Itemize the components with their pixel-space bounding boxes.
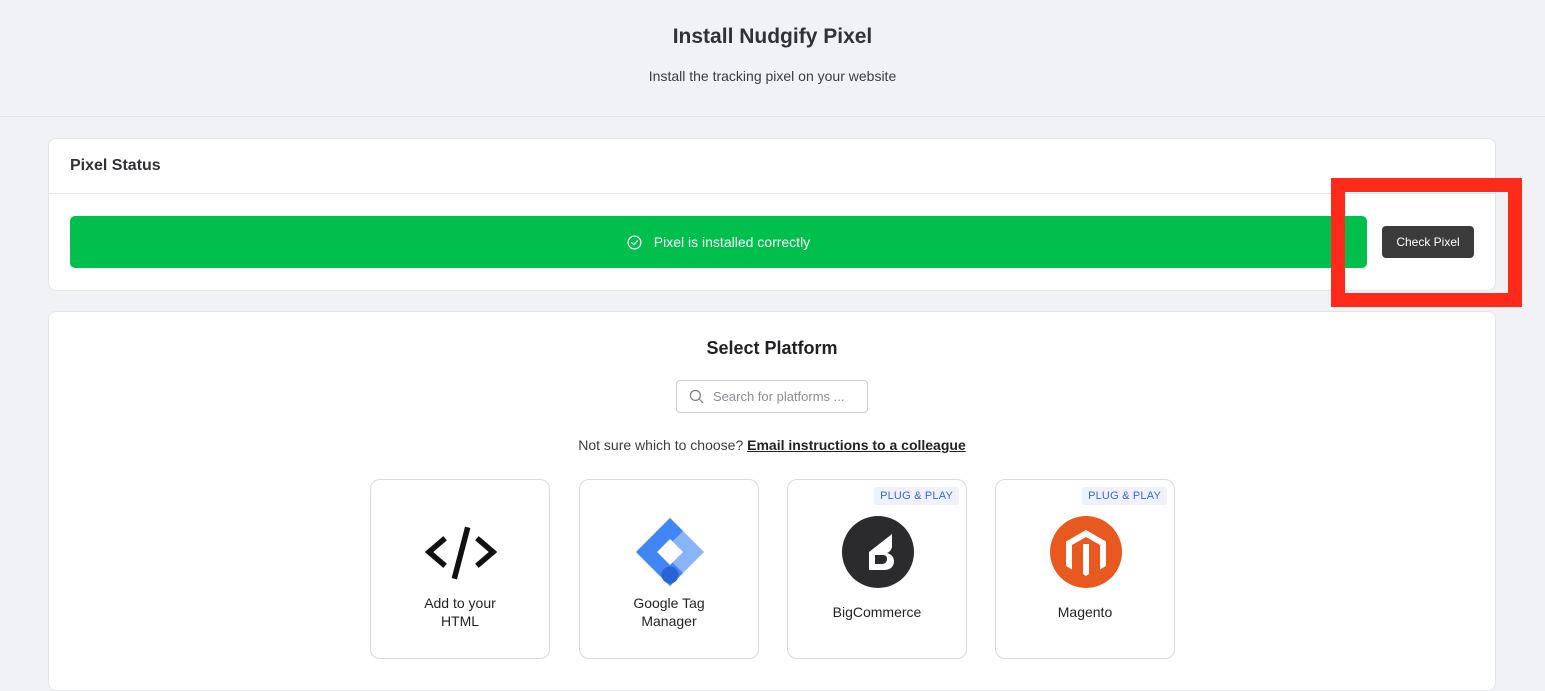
platform-label: Add to your HTML	[424, 595, 496, 629]
google-tag-manager-icon	[636, 518, 704, 586]
select-platform-card: Select Platform Not sure which to choose…	[48, 311, 1496, 691]
plug-and-play-badge: PLUG & PLAY	[874, 487, 959, 505]
platform-label: BigCommerce	[832, 604, 922, 620]
pixel-status-card: Pixel Status Pixel is installed correctl…	[48, 138, 1496, 291]
search-input[interactable]	[713, 389, 863, 404]
help-line: Not sure which to choose? Email instruct…	[49, 437, 1495, 453]
divider	[49, 193, 1495, 194]
page-subtitle: Install the tracking pixel on your websi…	[648, 68, 897, 84]
check-pixel-button[interactable]: Check Pixel	[1382, 226, 1474, 258]
search-icon	[689, 389, 704, 404]
platform-tile-google-tag-manager[interactable]: Google Tag Manager	[579, 479, 759, 659]
platform-label: Google Tag Manager	[633, 595, 705, 629]
bigcommerce-icon	[842, 516, 914, 588]
help-text: Not sure which to choose?	[578, 437, 744, 453]
page-title: Install Nudgify Pixel	[672, 25, 873, 48]
email-instructions-link[interactable]: Email instructions to a colleague	[747, 437, 966, 453]
plug-and-play-badge: PLUG & PLAY	[1082, 487, 1167, 505]
pixel-status-title: Pixel Status	[70, 157, 161, 174]
page-header: Install Nudgify Pixel Install the tracki…	[0, 0, 1545, 117]
code-icon	[425, 526, 497, 580]
magento-icon	[1050, 516, 1122, 588]
pixel-status-banner: Pixel is installed correctly	[70, 216, 1367, 268]
platform-tile-bigcommerce[interactable]: PLUG & PLAY BigCommerce	[787, 479, 967, 659]
platform-tile-html[interactable]: Add to your HTML	[370, 479, 550, 659]
pixel-status-message: Pixel is installed correctly	[653, 234, 811, 250]
platform-tile-magento[interactable]: PLUG & PLAY Magento	[995, 479, 1175, 659]
check-circle-icon	[627, 235, 642, 249]
select-platform-title: Select Platform	[706, 338, 838, 358]
platform-search[interactable]	[676, 380, 868, 413]
platform-label: Magento	[1057, 604, 1113, 620]
